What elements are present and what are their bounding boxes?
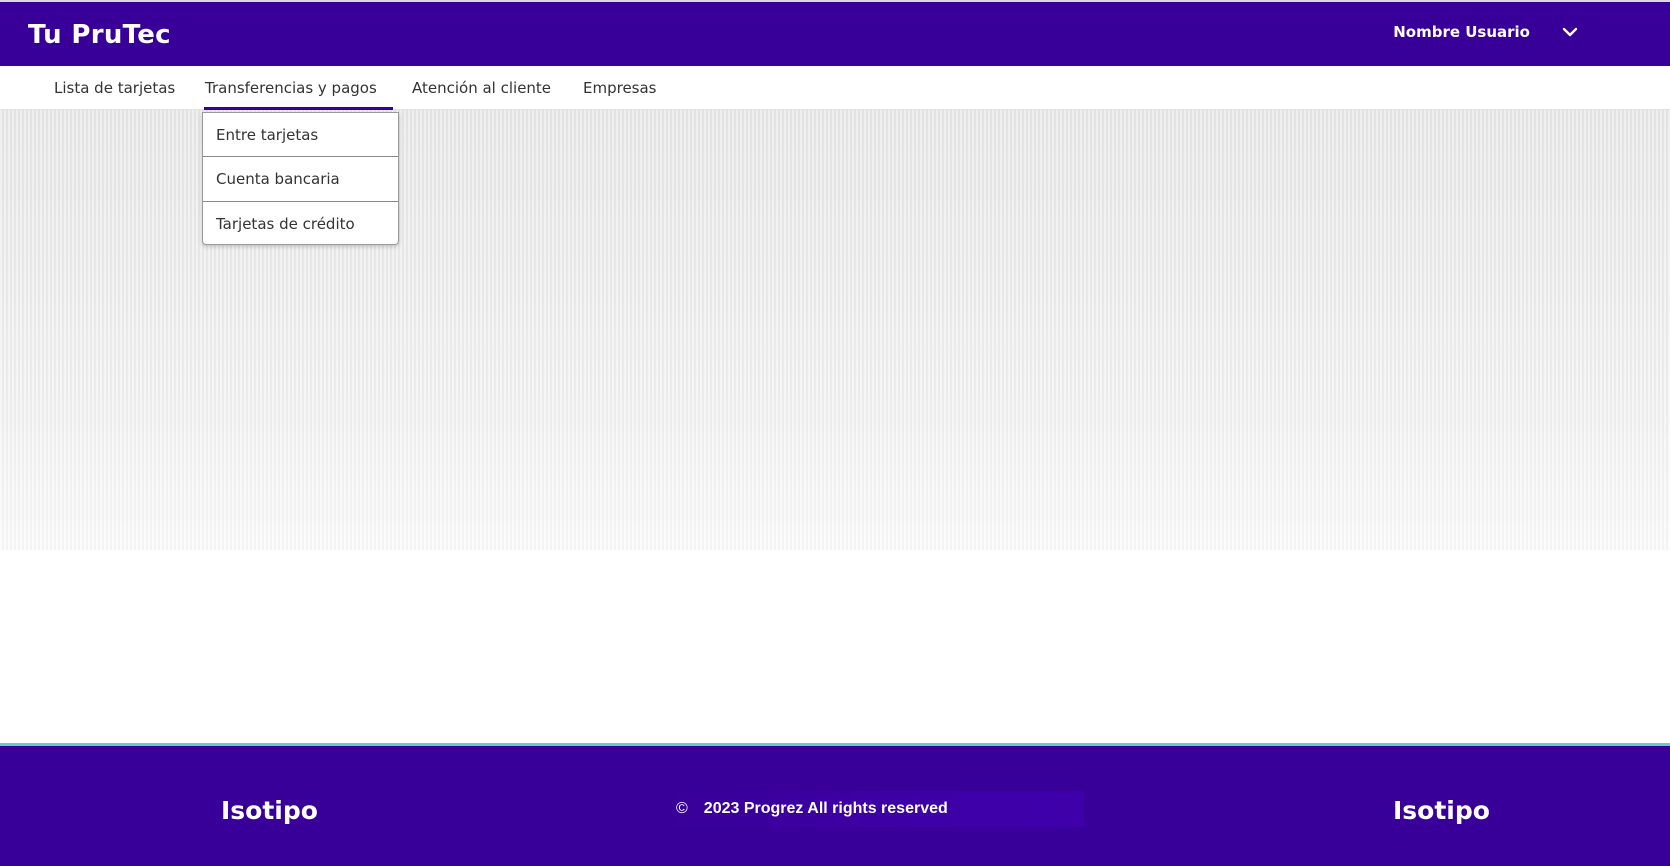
page-footer: Isotipo © 2023 Progrez All rights reserv…: [0, 743, 1670, 866]
footer-left-logo: Isotipo: [221, 796, 318, 825]
transfers-dropdown-menu: Entre tarjetas Cuenta bancaria Tarjetas …: [202, 112, 399, 245]
dropdown-item-tarjetas-de-credito[interactable]: Tarjetas de crédito: [203, 202, 398, 246]
footer-right-logo: Isotipo: [1393, 796, 1490, 825]
nav-item-empresas[interactable]: Empresas: [583, 79, 657, 97]
chevron-down-icon[interactable]: [1560, 22, 1580, 42]
brand-logo[interactable]: Tu PruTec: [28, 20, 171, 50]
dropdown-item-entre-tarjetas[interactable]: Entre tarjetas: [203, 113, 398, 157]
user-name[interactable]: Nombre Usuario: [1393, 23, 1530, 41]
top-header: Tu PruTec Nombre Usuario: [0, 0, 1670, 66]
footer-copyright: © 2023 Progrez All rights reserved: [668, 791, 1084, 827]
main-nav: Lista de tarjetas Transferencias y pagos…: [0, 66, 1670, 111]
copyright-text: 2023 Progrez All rights reserved: [703, 800, 948, 817]
copyright-icon: ©: [676, 800, 688, 817]
dropdown-item-cuenta-bancaria[interactable]: Cuenta bancaria: [203, 157, 398, 201]
nav-item-transferencias-y-pagos[interactable]: Transferencias y pagos: [205, 79, 377, 97]
nav-item-lista-de-tarjetas[interactable]: Lista de tarjetas: [54, 79, 175, 97]
nav-item-atencion-al-cliente[interactable]: Atención al cliente: [412, 79, 551, 97]
user-menu[interactable]: Nombre Usuario: [1393, 22, 1580, 42]
